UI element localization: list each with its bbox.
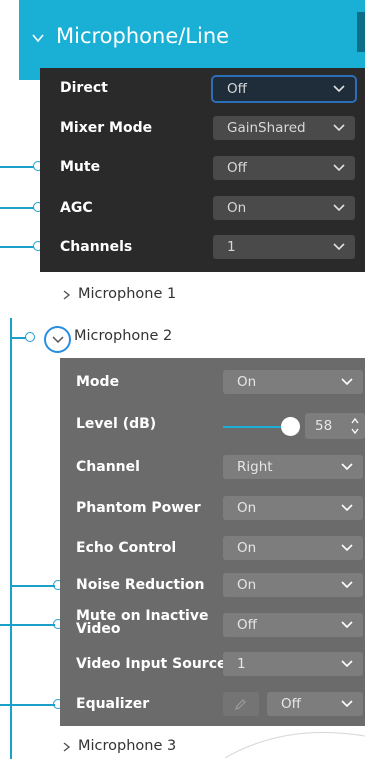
noise-reduction-label: Noise Reduction [76, 577, 205, 593]
chevron-down-icon [333, 85, 345, 93]
phantom-power-label: Phantom Power [76, 500, 201, 516]
mixer-mode-value: GainShared [227, 120, 306, 136]
mute-value: Off [227, 160, 247, 176]
connector-line [0, 624, 55, 626]
level-label: Level (dB) [76, 416, 157, 432]
connector-line [10, 337, 26, 339]
connector-line [0, 704, 55, 706]
direct-select[interactable]: Off [213, 77, 355, 101]
channel-value: Right [237, 459, 273, 475]
chevron-right-icon[interactable] [62, 741, 72, 753]
mute-on-inactive-video-value: Off [237, 617, 257, 633]
direct-value: Off [227, 81, 247, 97]
chevron-down-icon [32, 34, 44, 43]
chevron-down-icon [341, 463, 353, 471]
echo-control-label: Echo Control [76, 540, 177, 556]
agc-label: AGC [60, 200, 93, 216]
agc-select[interactable]: On [213, 196, 355, 220]
microphone-2-settings-panel: Mode On Level (dB) 58 Channel Right Phan… [60, 358, 365, 726]
level-value: 58 [315, 418, 333, 434]
direct-label: Direct [60, 80, 108, 96]
video-input-source-value: 1 [237, 656, 246, 672]
connector-line [0, 207, 34, 209]
chevron-down-icon [341, 544, 353, 552]
connector-line [10, 585, 55, 587]
level-number-input[interactable]: 58 [305, 413, 365, 439]
chevron-down-icon [333, 243, 345, 251]
mute-label: Mute [60, 159, 101, 175]
mute-select[interactable]: Off [213, 156, 355, 180]
noise-reduction-value: On [237, 577, 257, 593]
phantom-power-select[interactable]: On [223, 496, 363, 520]
tree-item-microphone-1[interactable]: Microphone 1 [78, 286, 176, 302]
mute-on-inactive-video-select[interactable]: Off [223, 613, 363, 637]
echo-control-select[interactable]: On [223, 536, 363, 560]
mute-on-inactive-video-label: Mute on Inactive Video [76, 608, 209, 637]
connector-line [0, 166, 34, 168]
channel-select[interactable]: Right [223, 455, 363, 479]
mixer-mode-select[interactable]: GainShared [213, 116, 355, 140]
chevron-down-icon [341, 378, 353, 386]
phantom-power-value: On [237, 500, 257, 516]
tree-item-microphone-2[interactable]: Microphone 2 [74, 328, 172, 344]
mode-label: Mode [76, 374, 120, 390]
video-input-source-select[interactable]: 1 [223, 652, 363, 676]
video-input-source-label: Video Input Source [76, 656, 227, 672]
chevron-down-icon [333, 124, 345, 132]
chevron-down-icon [333, 164, 345, 172]
stepper-arrows-icon[interactable] [351, 417, 359, 435]
chevron-down-icon [341, 660, 353, 668]
connector-line [10, 318, 12, 759]
chevron-down-icon [333, 204, 345, 212]
decorative-arc [225, 732, 365, 759]
level-slider-thumb[interactable] [281, 417, 300, 436]
channels-value: 1 [227, 239, 236, 255]
chevron-down-icon [341, 621, 353, 629]
chevron-down-icon [341, 581, 353, 589]
connector-dot [25, 332, 35, 342]
tree-item-microphone-3[interactable]: Microphone 3 [78, 738, 176, 754]
channels-select[interactable]: 1 [213, 235, 355, 259]
equalizer-edit-button[interactable] [223, 692, 259, 716]
chevron-down-icon [341, 504, 353, 512]
mixer-mode-label: Mixer Mode [60, 120, 153, 136]
section-title: Microphone/Line [56, 24, 230, 48]
equalizer-value: Off [281, 696, 301, 712]
equalizer-label: Equalizer [76, 696, 150, 712]
connector-line [0, 246, 34, 248]
expand-toggle[interactable] [44, 326, 71, 353]
pencil-icon [235, 699, 246, 710]
agc-value: On [227, 200, 247, 216]
chevron-down-icon [341, 700, 353, 708]
channel-label: Channel [76, 459, 140, 475]
chevron-right-icon[interactable] [62, 289, 72, 301]
microphone-line-settings-panel: Direct Off Mixer Mode GainShared Mute Of… [40, 68, 365, 272]
noise-reduction-select[interactable]: On [223, 573, 363, 597]
header-corner-block [357, 12, 365, 52]
mode-select[interactable]: On [223, 370, 363, 394]
channels-label: Channels [60, 239, 133, 255]
echo-control-value: On [237, 540, 257, 556]
chevron-down-icon [52, 336, 64, 344]
mode-value: On [237, 374, 257, 390]
equalizer-select[interactable]: Off [267, 692, 363, 716]
